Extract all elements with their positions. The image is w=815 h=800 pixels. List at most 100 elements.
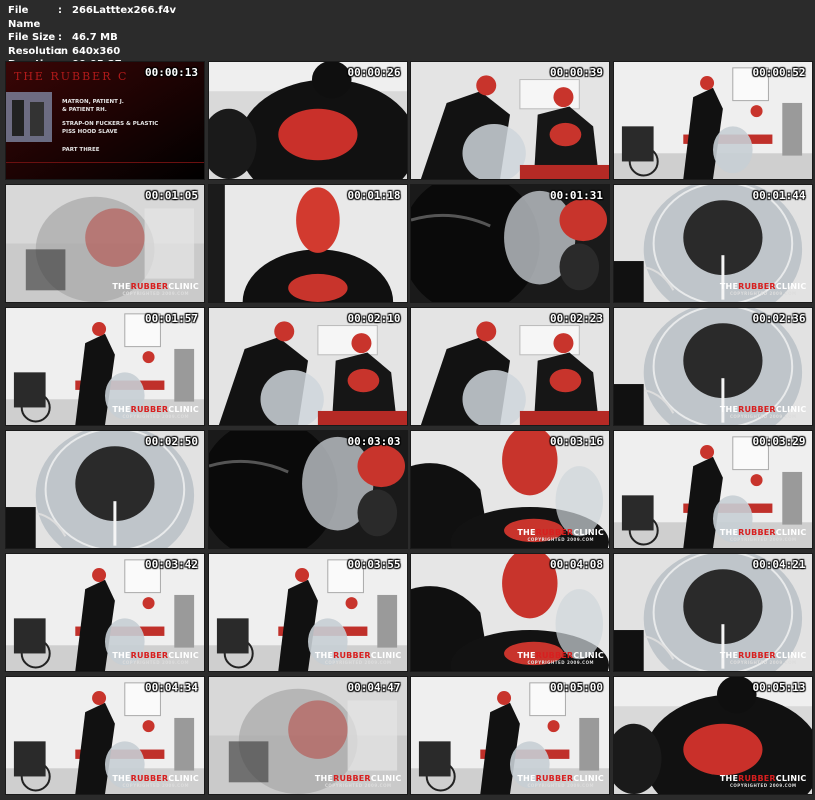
watermark-prefix: THE — [314, 651, 334, 660]
title-card-line: MATRON, PATIENT J. — [62, 99, 124, 105]
video-thumbnail: 00:02:10 — [207, 307, 408, 426]
timestamp-label: 00:03:42 — [145, 558, 198, 571]
timestamp-label: 00:02:36 — [752, 312, 806, 325]
video-thumbnail: 00:02:50 — [5, 430, 205, 549]
watermark-suffix: CLINIC — [775, 405, 807, 414]
video-thumbnail: 00:05:00 THERUBBERCLINIC COPYRIGHTED 2009.… — [410, 676, 610, 795]
thumbnail-frame-image — [208, 185, 407, 302]
site-watermark: THERUBBERCLINIC COPYRIGHTED 2009.COM — [112, 405, 199, 419]
timestamp-label: 00:02:50 — [145, 435, 198, 448]
title-card-line: STRAP-ON FUCKERS & PLASTIC — [62, 121, 159, 127]
resolution-row: Resolution : 640x360 — [8, 45, 176, 59]
watermark-subtitle: COPYRIGHTED 2009.COM — [122, 783, 189, 788]
watermark-accent: RUBBER — [738, 405, 776, 414]
timestamp-label: 00:01:18 — [347, 189, 401, 202]
video-thumbnail: 00:03:03 — [207, 430, 408, 549]
site-watermark: THERUBBERCLINIC COPYRIGHTED 2009.COM — [720, 651, 807, 665]
watermark-prefix: THE — [719, 651, 739, 660]
video-thumbnail: 00:03:55 THERUBBERCLINIC COPYRIGHTED 2009.… — [207, 553, 408, 672]
thumbnail-frame-image — [208, 308, 407, 425]
timestamp-label: 00:03:03 — [347, 435, 401, 448]
watermark-prefix: THE — [314, 774, 334, 783]
watermark-subtitle: COPYRIGHTED 2009.COM — [324, 783, 392, 788]
video-thumbnail: 00:04:34 THERUBBERCLINIC COPYRIGHTED 2009.… — [5, 676, 205, 795]
colon: : — [58, 32, 62, 43]
thumbnail-frame-image — [411, 62, 609, 179]
timestamp-label: 00:01:31 — [550, 189, 603, 202]
watermark-prefix: THE — [112, 651, 131, 660]
watermark-suffix: CLINIC — [573, 528, 604, 537]
timestamp-label: 00:04:08 — [550, 558, 603, 571]
thumbnail-frame-image — [208, 62, 407, 179]
video-thumbnail: 00:00:39 — [410, 61, 610, 180]
watermark-accent: RUBBER — [333, 774, 371, 783]
watermark-suffix: CLINIC — [168, 651, 199, 660]
video-thumbnail: 00:00:52 — [612, 61, 813, 180]
title-card-credits: MATRON, PATIENT J. & PATIENT RH. STRAP-ON … — [62, 98, 158, 154]
watermark-subtitle: COPYRIGHTED 2009.COM — [527, 783, 594, 788]
timestamp-label: 00:03:55 — [347, 558, 401, 571]
watermark-accent: RUBBER — [333, 651, 371, 660]
video-thumbnail: 00:01:44 THERUBBERCLINIC COPYRIGHTED 2009.… — [612, 184, 813, 303]
site-watermark: THERUBBERCLINIC COPYRIGHTED 2009.COM — [720, 282, 807, 296]
watermark-suffix: CLINIC — [775, 282, 807, 291]
video-thumbnail: 00:04:08 THERUBBERCLINIC COPYRIGHTED 2009.… — [410, 553, 610, 672]
watermark-prefix: THE — [517, 528, 536, 537]
thumbnail-frame-image — [613, 62, 812, 179]
watermark-prefix: THE — [719, 528, 739, 537]
site-watermark: THERUBBERCLINIC COPYRIGHTED 2009.COM — [720, 405, 807, 419]
video-thumbnail: THE RUBBER C MATRON, PATIENT J. & PATIENT … — [5, 61, 205, 180]
watermark-accent: RUBBER — [130, 651, 169, 660]
site-watermark: THERUBBERCLINIC COPYRIGHTED 2009.COM — [720, 774, 807, 788]
timestamp-label: 00:00:39 — [550, 66, 603, 79]
title-card-heading: THE RUBBER C — [14, 70, 129, 83]
timestamp-label: 00:01:44 — [752, 189, 806, 202]
timestamp-label: 00:04:34 — [145, 681, 198, 694]
video-thumbnail: 00:01:57 THERUBBERCLINIC COPYRIGHTED 2009.… — [5, 307, 205, 426]
video-thumbnail: 00:03:16 THERUBBERCLINIC COPYRIGHTED 2009.… — [410, 430, 610, 549]
thumbnail-frame-image — [6, 431, 204, 548]
thumbnail-frame-image — [208, 431, 407, 548]
watermark-subtitle: COPYRIGHTED 2009.COM — [729, 414, 797, 419]
video-thumbnail: 00:01:05 THERUBBERCLINIC COPYRIGHTED 2009.… — [5, 184, 205, 303]
colon: : — [58, 5, 62, 16]
title-card-line: PISS HOOD SLAVE — [62, 129, 118, 135]
watermark-subtitle: COPYRIGHTED 2009.COM — [122, 414, 189, 419]
video-thumbnail: 00:02:36 THERUBBERCLINIC COPYRIGHTED 2009.… — [612, 307, 813, 426]
site-watermark: THERUBBERCLINIC COPYRIGHTED 2009.COM — [112, 282, 199, 296]
watermark-subtitle: COPYRIGHTED 2009.COM — [527, 537, 594, 542]
watermark-subtitle: COPYRIGHTED 2009.COM — [122, 291, 189, 296]
timestamp-label: 00:02:23 — [550, 312, 603, 325]
watermark-suffix: CLINIC — [370, 651, 402, 660]
thumbnail-frame-image — [411, 185, 609, 302]
watermark-accent: RUBBER — [130, 282, 169, 291]
timestamp-label: 00:05:13 — [752, 681, 806, 694]
file-name-row: File Name : 266Latttex266.f4v — [8, 4, 176, 31]
video-thumbnail: 00:01:31 — [410, 184, 610, 303]
resolution-label: Resolution — [8, 45, 69, 57]
watermark-prefix: THE — [112, 774, 131, 783]
watermark-subtitle: COPYRIGHTED 2009.COM — [729, 783, 797, 788]
site-watermark: THERUBBERCLINIC COPYRIGHTED 2009.COM — [315, 774, 402, 788]
watermark-suffix: CLINIC — [168, 405, 199, 414]
watermark-subtitle: COPYRIGHTED 2009.COM — [729, 537, 797, 542]
file-size-value: 46.7 MB — [72, 32, 118, 43]
timestamp-label: 00:00:13 — [145, 66, 198, 79]
timestamp-label: 00:05:00 — [550, 681, 603, 694]
watermark-accent: RUBBER — [535, 528, 574, 537]
watermark-prefix: THE — [719, 774, 739, 783]
watermark-suffix: CLINIC — [370, 774, 402, 783]
watermark-accent: RUBBER — [738, 528, 776, 537]
watermark-suffix: CLINIC — [168, 774, 199, 783]
timestamp-label: 00:01:57 — [145, 312, 198, 325]
video-thumbnail: 00:00:26 — [207, 61, 408, 180]
site-watermark: THERUBBERCLINIC COPYRIGHTED 2009.COM — [517, 528, 604, 542]
timestamp-label: 00:04:47 — [347, 681, 401, 694]
site-watermark: THERUBBERCLINIC COPYRIGHTED 2009.COM — [112, 651, 199, 665]
site-watermark: THERUBBERCLINIC COPYRIGHTED 2009.COM — [720, 528, 807, 542]
timestamp-label: 00:03:16 — [550, 435, 603, 448]
watermark-prefix: THE — [719, 282, 739, 291]
video-thumbnail: 00:01:18 — [207, 184, 408, 303]
watermark-suffix: CLINIC — [775, 528, 807, 537]
video-thumbnail: 00:03:29 THERUBBERCLINIC COPYRIGHTED 2009.… — [612, 430, 813, 549]
